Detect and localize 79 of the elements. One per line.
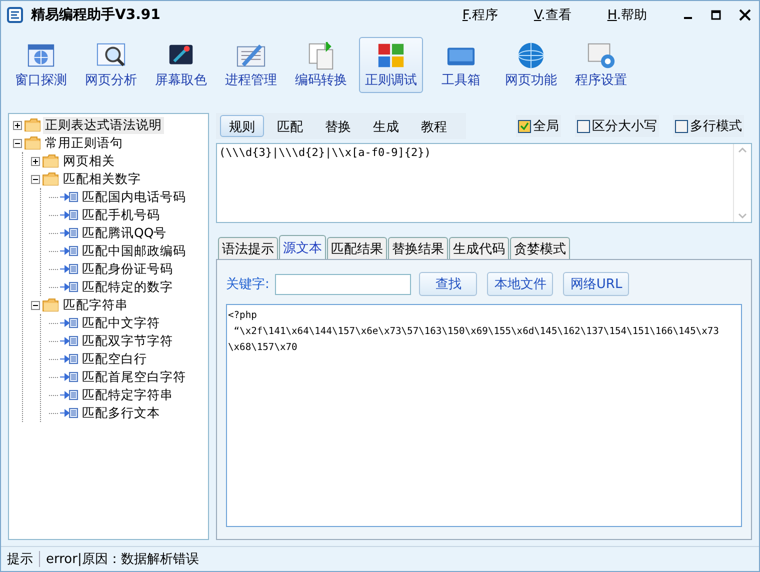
expand-icon[interactable] bbox=[31, 156, 40, 166]
tree-item[interactable]: 正则表达式语法说明 bbox=[43, 116, 164, 134]
tree-item[interactable]: 匹配多行文本 bbox=[80, 404, 162, 422]
arrow-document-icon bbox=[60, 281, 78, 293]
keyword-field[interactable] bbox=[275, 274, 412, 294]
arrow-document-icon bbox=[60, 191, 78, 203]
action-button[interactable]: 查找 bbox=[419, 272, 478, 296]
status-label: 提示 bbox=[7, 551, 33, 568]
tree-item[interactable]: 网页相关 bbox=[61, 152, 117, 170]
tree-item[interactable]: 匹配特定字符串 bbox=[80, 386, 175, 404]
mode-tab[interactable]: 生成 bbox=[364, 115, 408, 137]
toolbar-button[interactable]: 网页功能 bbox=[499, 37, 563, 93]
option-checkbox[interactable]: 全局 bbox=[516, 115, 561, 137]
toolbar-button[interactable]: 屏幕取色 bbox=[149, 37, 213, 93]
menu-item[interactable]: V.查看 bbox=[534, 6, 572, 24]
option-checkbox[interactable]: 区分大小写 bbox=[575, 115, 659, 137]
menu-item[interactable]: F.程序 bbox=[462, 6, 498, 24]
arrow-document-icon bbox=[60, 389, 78, 401]
arrow-document-icon bbox=[60, 227, 78, 239]
mode-tab[interactable]: 替换 bbox=[316, 115, 360, 137]
toolbar-button[interactable]: 编码转换 bbox=[289, 37, 353, 93]
collapse-icon[interactable] bbox=[31, 300, 40, 310]
toolbar-button[interactable]: 正则调试 bbox=[359, 37, 423, 93]
tree-item[interactable]: 匹配特定的数字 bbox=[80, 278, 175, 296]
checkmark-icon bbox=[520, 122, 529, 130]
tree-item[interactable]: 匹配手机号码 bbox=[80, 206, 162, 224]
tree-item[interactable]: 匹配中国邮政编码 bbox=[80, 242, 188, 260]
arrow-document-icon bbox=[60, 245, 78, 257]
tree-item[interactable]: 匹配双字节字符 bbox=[80, 332, 175, 350]
toolbar-button[interactable]: 进程管理 bbox=[219, 37, 283, 93]
arrow-document-icon bbox=[60, 335, 78, 347]
folder-icon bbox=[42, 298, 59, 312]
close-icon[interactable] bbox=[739, 9, 751, 21]
collapse-icon[interactable] bbox=[31, 174, 40, 184]
mode-tab[interactable]: 规则 bbox=[220, 115, 264, 137]
tree-item[interactable]: 常用正则语句 bbox=[43, 134, 125, 152]
tree-item[interactable]: 匹配首尾空白字符 bbox=[80, 368, 188, 386]
result-tab[interactable]: 语法提示 bbox=[218, 237, 278, 259]
app-logo-icon bbox=[7, 7, 23, 23]
tree-item[interactable]: 匹配中文字符 bbox=[80, 314, 162, 332]
tree-item[interactable]: 匹配腾讯QQ号 bbox=[80, 224, 169, 242]
keyword-label: 关键字: bbox=[226, 276, 270, 293]
status-message: error|原因：数据解析错误 bbox=[46, 551, 199, 568]
result-tab[interactable]: 替换结果 bbox=[388, 237, 448, 259]
result-tab[interactable]: 源文本 bbox=[279, 235, 326, 259]
arrow-document-icon bbox=[60, 263, 78, 275]
result-tab[interactable]: 贪婪模式 bbox=[510, 237, 570, 259]
tree-item[interactable]: 匹配身份证号码 bbox=[80, 260, 175, 278]
folder-icon bbox=[24, 136, 41, 150]
mode-tab[interactable]: 匹配 bbox=[268, 115, 312, 137]
arrow-document-icon bbox=[60, 407, 78, 419]
maximize-icon[interactable] bbox=[711, 10, 721, 20]
arrow-document-icon bbox=[60, 353, 78, 365]
result-tab[interactable]: 生成代码 bbox=[449, 237, 509, 259]
tree-item[interactable]: 匹配国内电话号码 bbox=[80, 188, 188, 206]
result-tab[interactable]: 匹配结果 bbox=[327, 237, 387, 259]
collapse-icon[interactable] bbox=[13, 138, 22, 148]
toolbar-button[interactable]: 窗口探测 bbox=[9, 37, 73, 93]
globe-icon bbox=[515, 40, 547, 71]
expand-icon[interactable] bbox=[13, 120, 22, 130]
tree-item[interactable]: 匹配空白行 bbox=[80, 350, 149, 368]
window-title: 精易编程助手V3.91 bbox=[31, 6, 162, 24]
toolbar-button[interactable]: 工具箱 bbox=[429, 37, 493, 93]
folder-icon bbox=[42, 172, 59, 186]
folder-icon bbox=[42, 154, 59, 168]
tree-item[interactable]: 匹配相关数字 bbox=[61, 170, 143, 188]
action-button[interactable]: 本地文件 bbox=[487, 272, 554, 296]
option-checkbox[interactable]: 多行模式 bbox=[673, 115, 744, 137]
mode-tab[interactable]: 教程 bbox=[412, 115, 456, 137]
arrow-document-icon bbox=[60, 317, 78, 329]
tree-item[interactable]: 匹配字符串 bbox=[61, 296, 130, 314]
arrow-document-icon bbox=[60, 371, 78, 383]
menu-item[interactable]: H.帮助 bbox=[607, 6, 647, 24]
action-button[interactable]: 网络URL bbox=[563, 272, 630, 296]
toolbar-button[interactable]: 网页分析 bbox=[79, 37, 143, 93]
arrow-document-icon bbox=[60, 209, 78, 221]
source-text-field[interactable]: <?php “\x2f\141\x64\144\157\x6e\x73\57\163\150\x69\155\x6d\145\162\137\154\151\166\145\x73 \x68\157\x70 bbox=[226, 304, 742, 527]
toolbar-button[interactable]: 程序设置 bbox=[569, 37, 633, 93]
folder-icon bbox=[24, 118, 41, 132]
